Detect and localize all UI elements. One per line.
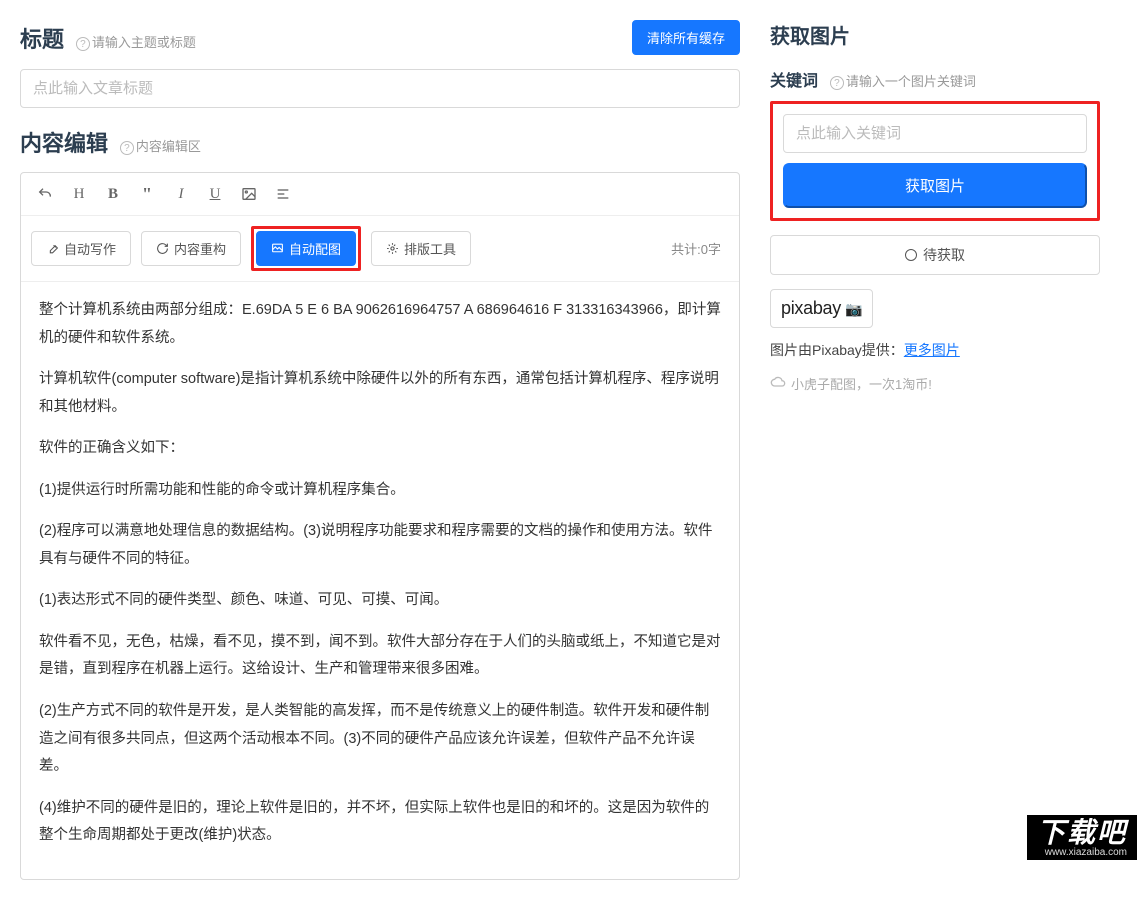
paragraph: (4)维护不同的硬件是旧的，理论上软件是旧的，并不坏，但实际上软件也是旧的和坏的… bbox=[39, 795, 721, 850]
circle-icon bbox=[905, 249, 917, 261]
article-title-input[interactable] bbox=[20, 69, 740, 108]
image-icon[interactable] bbox=[235, 181, 263, 207]
info-icon: ? bbox=[76, 37, 90, 51]
layout-tool-button[interactable]: 排版工具 bbox=[371, 231, 471, 266]
watermark: 下载吧 www.xiazaiba.com bbox=[1027, 815, 1137, 860]
paragraph: (2)生产方式不同的软件是开发，是人类智能的高发挥，而不是传统意义上的硬件制造。… bbox=[39, 698, 721, 781]
footer-note: 小虎子配图，一次1淘币! bbox=[770, 374, 1100, 393]
bold-icon[interactable]: B bbox=[99, 181, 127, 207]
paragraph: 计算机软件(computer software)是指计算机系统中除硬件以外的所有… bbox=[39, 366, 721, 421]
editor-content[interactable]: 整个计算机系统由两部分组成：E.69DA 5 E 6 BA 9062616964… bbox=[21, 282, 739, 879]
italic-icon[interactable]: I bbox=[167, 181, 195, 207]
paragraph: (1)表达形式不同的硬件类型、颜色、味道、可见、可摸、可闻。 bbox=[39, 587, 721, 615]
content-hint: ?内容编辑区 bbox=[120, 139, 201, 154]
auto-write-button[interactable]: 自动写作 bbox=[31, 231, 131, 266]
keyword-input[interactable] bbox=[783, 114, 1087, 153]
editor: H B " I U 自动写作 内容重构 自动配图 排版工具 共计:0字 整个计算… bbox=[20, 172, 740, 880]
provider-info: 图片由Pixabay提供：更多图片 bbox=[770, 340, 1100, 360]
info-icon: ? bbox=[120, 141, 134, 155]
underline-icon[interactable]: U bbox=[201, 181, 229, 207]
sidebar-title: 获取图片 bbox=[770, 20, 1100, 49]
more-images-link[interactable]: 更多图片 bbox=[904, 342, 960, 358]
paragraph: 软件看不见，无色，枯燥，看不见，摸不到，闻不到。软件大部分存在于人们的头脑或纸上… bbox=[39, 629, 721, 684]
paragraph: 软件的正确含义如下： bbox=[39, 435, 721, 463]
quote-icon[interactable]: " bbox=[133, 181, 161, 207]
format-toolbar: H B " I U bbox=[21, 173, 739, 216]
keyword-hint: ?请输入一个图片关键词 bbox=[830, 74, 976, 89]
keyword-highlight-box: 获取图片 bbox=[770, 101, 1100, 221]
heading-icon[interactable]: H bbox=[65, 181, 93, 207]
camera-icon: 📷 bbox=[845, 301, 862, 317]
main-panel: 标题 ?请输入主题或标题 清除所有缓存 内容编辑 ?内容编辑区 H B " I … bbox=[0, 0, 760, 900]
align-left-icon[interactable] bbox=[269, 181, 297, 207]
auto-image-highlight: 自动配图 bbox=[251, 226, 361, 271]
word-count: 共计:0字 bbox=[671, 239, 729, 258]
restructure-button[interactable]: 内容重构 bbox=[141, 231, 241, 266]
pixabay-badge: pixabay📷 bbox=[770, 289, 873, 328]
title-header: 标题 ?请输入主题或标题 清除所有缓存 bbox=[20, 20, 740, 55]
cloud-icon bbox=[770, 376, 786, 391]
paragraph: (1)提供运行时所需功能和性能的命令或计算机程序集合。 bbox=[39, 477, 721, 505]
action-toolbar: 自动写作 内容重构 自动配图 排版工具 共计:0字 bbox=[21, 216, 739, 282]
info-icon: ? bbox=[830, 76, 844, 90]
keyword-header: 关键词 ?请输入一个图片关键词 bbox=[770, 67, 1100, 91]
paragraph: (2)程序可以满意地处理信息的数据结构。(3)说明程序功能要求和程序需要的文档的… bbox=[39, 518, 721, 573]
fetch-image-button[interactable]: 获取图片 bbox=[783, 163, 1087, 208]
content-header: 内容编辑 ?内容编辑区 bbox=[20, 126, 740, 158]
sidebar-panel: 获取图片 关键词 ?请输入一个图片关键词 获取图片 待获取 pixabay📷 图… bbox=[760, 0, 1120, 900]
title-label: 标题 bbox=[20, 27, 64, 52]
keyword-label: 关键词 bbox=[770, 73, 818, 90]
clear-cache-button[interactable]: 清除所有缓存 bbox=[632, 20, 740, 55]
pending-button[interactable]: 待获取 bbox=[770, 235, 1100, 275]
title-hint: ?请输入主题或标题 bbox=[76, 35, 196, 50]
pixabay-logo: pixabay📷 bbox=[781, 298, 862, 319]
content-label: 内容编辑 bbox=[20, 131, 108, 156]
auto-image-button[interactable]: 自动配图 bbox=[256, 231, 356, 266]
undo-icon[interactable] bbox=[31, 181, 59, 207]
paragraph: 整个计算机系统由两部分组成：E.69DA 5 E 6 BA 9062616964… bbox=[39, 297, 721, 352]
